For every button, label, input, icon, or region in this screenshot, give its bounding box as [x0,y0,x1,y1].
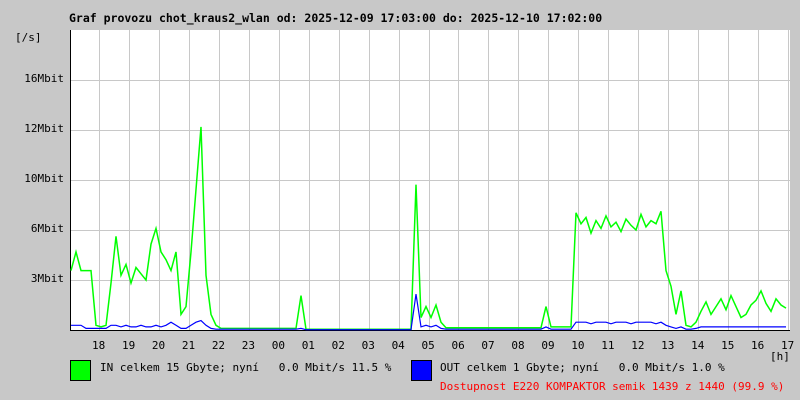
availability-text: Dostupnost E220 KOMPAKTOR semik 1439 z 1… [440,380,785,393]
legend-out-text: OUT celkem 1 Gbyte; nyní 0.0 Mbit/s 1.0 … [440,361,725,374]
x-tick-label: 07 [481,339,495,352]
x-tick-label: 17 [781,339,795,352]
legend-in-text: IN celkem 15 Gbyte; nyní 0.0 Mbit/s 11.5… [100,361,392,374]
y-tick-label: 6Mbit [30,222,64,235]
x-tick-label: 16 [751,339,765,352]
x-tick-label: 23 [241,339,256,352]
x-tick-label: 08 [511,339,525,352]
x-tick-label: 10 [571,339,585,352]
x-tick-label: 11 [601,339,615,352]
x-tick-label: 19 [121,339,136,352]
x-tick-label: 12 [631,339,645,352]
x-tick-label: 20 [151,339,166,352]
x-tick-label: 03 [361,339,375,352]
y-tick-label: 10Mbit [24,172,64,185]
y-tick-label: 3Mbit [30,272,64,285]
x-tick-label: 02 [331,339,345,352]
x-tick-label: 00 [271,339,285,352]
x-tick-label: 09 [541,339,555,352]
x-tick-label: 05 [421,339,435,352]
x-tick-label: 01 [301,339,315,352]
x-tick-label: 14 [691,339,705,352]
y-tick-label: 16Mbit [24,72,64,85]
x-tick-label: 18 [92,339,106,352]
x-tick-label: 15 [721,339,735,352]
x-tick-label: 22 [211,339,226,352]
y-tick-label: 12Mbit [24,122,64,135]
x-tick-label: 13 [661,339,675,352]
x-tick-label: 21 [181,339,196,352]
legend-in-swatch [70,360,91,381]
legend-out-swatch [411,360,432,381]
x-tick-label: 04 [391,339,405,352]
x-tick-label: 06 [451,339,465,352]
